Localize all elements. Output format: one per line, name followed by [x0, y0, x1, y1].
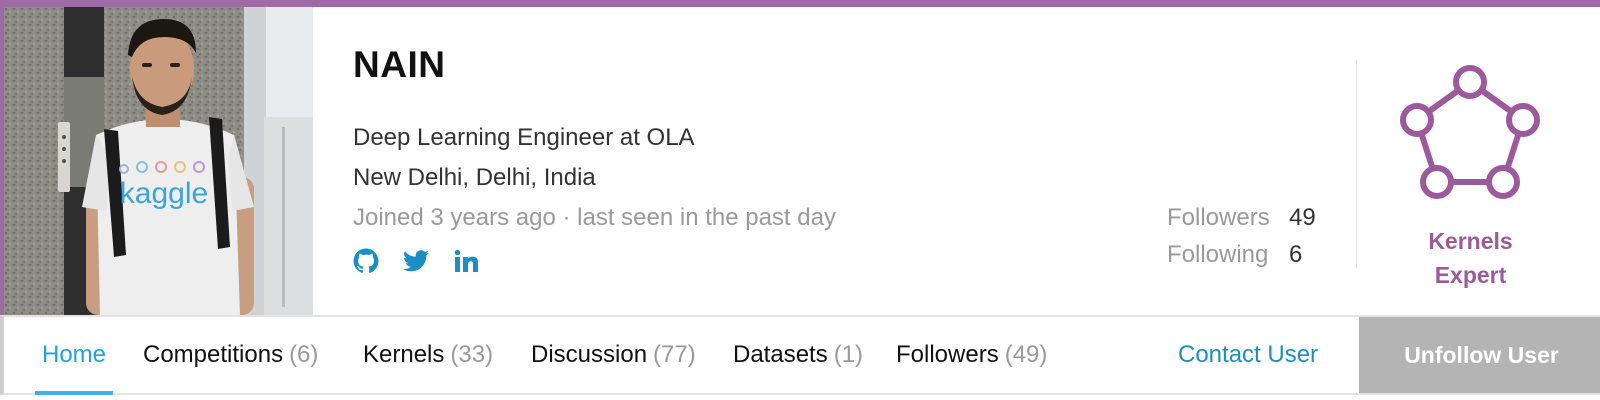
- profile-location: New Delhi, Delhi, India: [353, 164, 596, 191]
- twitter-icon: [403, 250, 429, 272]
- tab-label: Discussion: [531, 341, 648, 368]
- shirt-kaggle-text: kaggle: [120, 177, 208, 210]
- tab-count: (49): [1004, 341, 1048, 368]
- accent-bar: [0, 0, 1600, 7]
- tab-label: Datasets: [733, 341, 828, 368]
- tab-count: (1): [833, 341, 864, 368]
- tab-kernels[interactable]: Kernels (33): [363, 317, 493, 393]
- tab-home[interactable]: Home: [34, 317, 114, 395]
- github-link[interactable]: [352, 247, 380, 275]
- profile-tab-bar: Home Competitions (6) Kernels (33) Discuss…: [0, 315, 1600, 395]
- contact-user-link[interactable]: Contact User: [1178, 317, 1318, 393]
- following-label: Following: [1167, 241, 1269, 268]
- tier-label: Kernels Expert: [1357, 224, 1584, 292]
- linkedin-link[interactable]: [452, 247, 480, 275]
- tab-discussion[interactable]: Discussion (77): [531, 317, 696, 393]
- tab-count: (77): [653, 341, 696, 368]
- profile-card: kaggle NAIN Deep Learning Engineer at OL…: [0, 0, 1600, 400]
- kernels-expert-pentagon-icon: [1400, 65, 1540, 199]
- followers-stat[interactable]: Followers 49: [1167, 204, 1316, 241]
- tab-label: Followers: [896, 341, 999, 368]
- tier-badge[interactable]: Kernels Expert: [1357, 60, 1600, 300]
- linkedin-icon: [454, 249, 478, 272]
- profile-activity: Joined 3 years ago · last seen in the pa…: [353, 204, 836, 231]
- unfollow-user-button[interactable]: Unfollow User: [1359, 317, 1600, 393]
- tab-competitions[interactable]: Competitions (6): [143, 317, 318, 393]
- avatar-illustration: kaggle: [4, 7, 313, 315]
- tab-datasets[interactable]: Datasets (1): [733, 317, 863, 393]
- profile-name: NAIN: [353, 44, 446, 85]
- profile-photo[interactable]: kaggle: [4, 7, 313, 315]
- followers-count: 49: [1289, 204, 1316, 231]
- tab-followers[interactable]: Followers (49): [896, 317, 1047, 393]
- follow-stats: Followers 49 Following 6: [1167, 204, 1316, 278]
- github-icon: [353, 248, 379, 274]
- tier-label-line2: Expert: [1434, 262, 1507, 288]
- following-count: 6: [1289, 241, 1303, 268]
- tab-label: Home: [42, 341, 107, 368]
- twitter-link[interactable]: [402, 247, 430, 275]
- profile-occupation: Deep Learning Engineer at OLA: [353, 124, 695, 151]
- social-links: [352, 247, 480, 275]
- tier-label-line1: Kernels: [1428, 228, 1513, 254]
- tab-label: Competitions: [143, 341, 284, 368]
- tab-count: (6): [289, 341, 319, 368]
- following-stat[interactable]: Following 6: [1167, 241, 1316, 278]
- tab-label: Kernels: [363, 341, 445, 368]
- followers-label: Followers: [1167, 204, 1270, 231]
- tab-count: (33): [450, 341, 494, 368]
